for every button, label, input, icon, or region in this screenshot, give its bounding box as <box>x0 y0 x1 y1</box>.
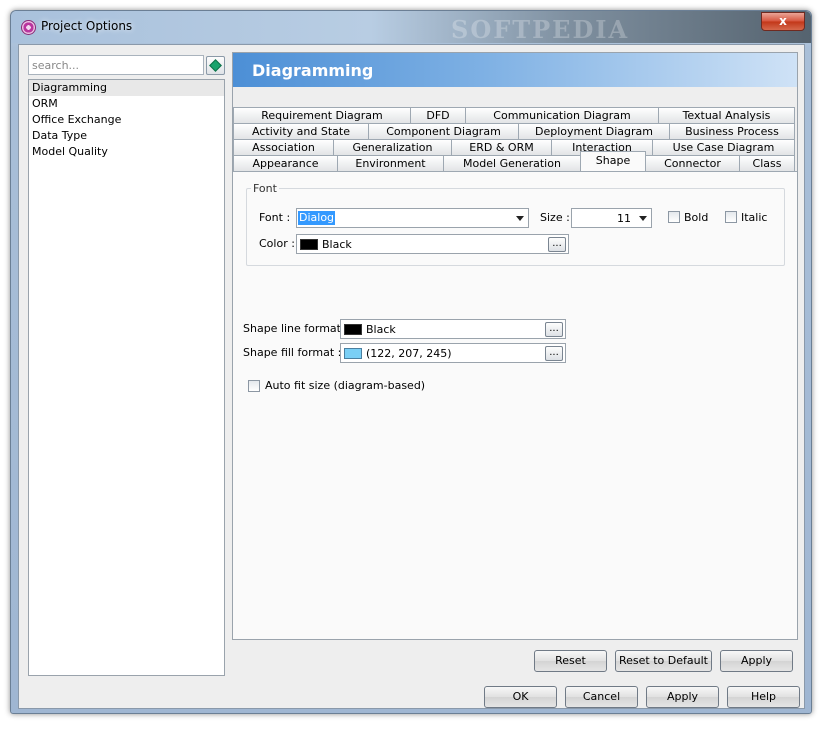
auto-fit-label: Auto fit size (diagram-based) <box>265 379 426 392</box>
font-select-value: Dialog <box>298 211 336 225</box>
tab-appearance[interactable]: Appearance <box>233 155 338 171</box>
search-filter-icon <box>209 59 222 72</box>
bold-checkbox[interactable] <box>668 211 680 223</box>
font-label: Font : <box>259 211 291 224</box>
shape-tab-content: Font Font : Dialog Size : 11 Bold Italic <box>233 171 797 639</box>
size-select[interactable]: 11 <box>571 208 652 228</box>
search-input[interactable] <box>28 55 204 75</box>
softpedia-watermark: SOFTPEDIA <box>451 15 630 44</box>
nav-item-diagramming[interactable]: Diagramming <box>29 80 224 96</box>
nav-item-model-quality[interactable]: Model Quality <box>29 144 224 160</box>
font-group: Font Font : Dialog Size : 11 Bold Italic <box>246 182 785 266</box>
panel-apply-button[interactable]: Apply <box>720 650 793 672</box>
tab-row-1: Requirement Diagram DFD Communication Di… <box>233 107 797 123</box>
ok-button[interactable]: OK <box>484 686 557 708</box>
tab-activity-and-state[interactable]: Activity and State <box>233 123 369 139</box>
tab-row-3: Association Generalization ERD & ORM Int… <box>233 139 797 155</box>
project-options-window: Project Options SOFTPEDIA x Diagramming … <box>10 10 812 714</box>
tab-environment[interactable]: Environment <box>337 155 444 171</box>
font-color-browse-button[interactable]: ... <box>548 237 566 252</box>
dialog-apply-button[interactable]: Apply <box>646 686 719 708</box>
shape-line-swatch <box>344 324 362 335</box>
close-button[interactable]: x <box>761 12 805 31</box>
chevron-down-icon <box>639 216 647 221</box>
tab-component-diagram[interactable]: Component Diagram <box>368 123 519 139</box>
color-label: Color : <box>259 237 295 250</box>
app-icon <box>21 20 36 35</box>
nav-item-orm[interactable]: ORM <box>29 96 224 112</box>
cancel-button[interactable]: Cancel <box>565 686 638 708</box>
dialog-body: Diagramming ORM Office Exchange Data Typ… <box>18 44 805 709</box>
shape-fill-swatch <box>344 348 362 359</box>
font-color-value: Black <box>322 238 352 251</box>
tab-textual-analysis[interactable]: Textual Analysis <box>658 107 795 123</box>
category-list: Diagramming ORM Office Exchange Data Typ… <box>28 79 225 676</box>
title-bar[interactable]: Project Options SOFTPEDIA x <box>11 11 811 44</box>
search-button[interactable] <box>206 56 225 75</box>
italic-label: Italic <box>741 211 768 224</box>
size-select-value: 11 <box>617 212 631 225</box>
auto-fit-checkbox[interactable] <box>248 380 260 392</box>
shape-fill-browse-button[interactable]: ... <box>545 346 563 361</box>
section-header: Diagramming <box>233 53 797 87</box>
left-panel: Diagramming ORM Office Exchange Data Typ… <box>28 55 225 676</box>
size-label: Size : <box>540 211 570 224</box>
reset-to-default-button[interactable]: Reset to Default <box>615 650 712 672</box>
shape-line-value: Black <box>366 323 396 336</box>
font-color-field[interactable]: Black ... <box>296 234 569 254</box>
tab-row-4: Appearance Environment Model Generation … <box>233 151 797 171</box>
italic-checkbox[interactable] <box>725 211 737 223</box>
tab-dfd[interactable]: DFD <box>410 107 466 123</box>
shape-fill-field[interactable]: (122, 207, 245) ... <box>340 343 566 363</box>
tab-class[interactable]: Class <box>739 155 795 171</box>
tab-requirement-diagram[interactable]: Requirement Diagram <box>233 107 411 123</box>
shape-fill-label: Shape fill format : <box>243 346 342 359</box>
options-panel: Diagramming Requirement Diagram DFD Comm… <box>232 52 798 640</box>
tab-deployment-diagram[interactable]: Deployment Diagram <box>518 123 670 139</box>
tab-business-process[interactable]: Business Process <box>669 123 795 139</box>
tab-association[interactable]: Association <box>233 139 334 155</box>
font-group-legend: Font <box>251 182 279 195</box>
tab-shape[interactable]: Shape <box>580 151 646 171</box>
tab-row-2: Activity and State Component Diagram Dep… <box>233 123 797 139</box>
nav-item-data-type[interactable]: Data Type <box>29 128 224 144</box>
tab-erd-orm[interactable]: ERD & ORM <box>451 139 552 155</box>
font-color-swatch <box>300 239 318 250</box>
help-button[interactable]: Help <box>727 686 800 708</box>
tab-use-case-diagram[interactable]: Use Case Diagram <box>652 139 795 155</box>
section-title: Diagramming <box>252 61 374 80</box>
bold-label: Bold <box>684 211 709 224</box>
tab-generalization[interactable]: Generalization <box>333 139 452 155</box>
tab-communication-diagram[interactable]: Communication Diagram <box>465 107 659 123</box>
close-icon: x <box>779 14 787 28</box>
shape-line-browse-button[interactable]: ... <box>545 322 563 337</box>
shape-line-label: Shape line format : <box>243 322 349 335</box>
reset-button[interactable]: Reset <box>534 650 607 672</box>
chevron-down-icon <box>516 216 524 221</box>
shape-line-field[interactable]: Black ... <box>340 319 566 339</box>
tab-model-generation[interactable]: Model Generation <box>443 155 581 171</box>
shape-fill-value: (122, 207, 245) <box>366 347 452 360</box>
nav-item-office-exchange[interactable]: Office Exchange <box>29 112 224 128</box>
font-select[interactable]: Dialog <box>296 208 529 228</box>
window-title: Project Options <box>41 19 133 33</box>
tab-connector[interactable]: Connector <box>645 155 740 171</box>
